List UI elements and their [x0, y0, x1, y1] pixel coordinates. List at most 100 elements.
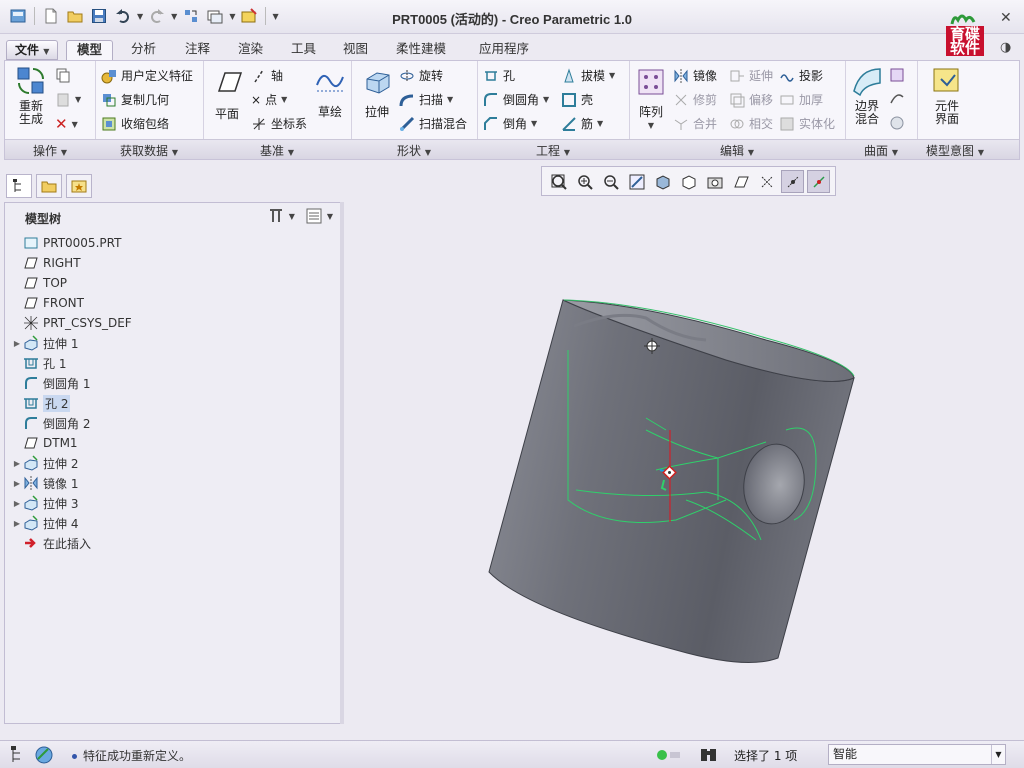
tab-tools[interactable]: 工具 [281, 40, 326, 60]
mirror-button[interactable]: 镜像 [673, 67, 717, 84]
expand-arrow-icon[interactable]: ▶ [11, 519, 23, 528]
group-engineering[interactable]: 工程 ▼ [477, 142, 629, 159]
navigator-toggle-icon[interactable] [8, 745, 28, 765]
view-manager-button[interactable] [703, 170, 726, 193]
round-button[interactable]: 倒圆角 ▼ [483, 91, 549, 108]
group-surfaces[interactable]: 曲面 ▼ [845, 142, 917, 159]
tree-item[interactable]: FRONT [11, 293, 84, 313]
zoom-in-button[interactable] [573, 170, 596, 193]
selection-filter-binoculars-icon[interactable] [698, 745, 720, 765]
intersect-button[interactable]: 相交 [729, 115, 773, 132]
component-interface-button[interactable]: 元件界面 [923, 65, 971, 126]
selection-count[interactable]: 选择了 1 项 [734, 747, 797, 764]
tree-settings-icon[interactable] [267, 207, 285, 225]
group-editing[interactable]: 编辑 ▼ [629, 142, 845, 159]
repaint-button[interactable] [625, 170, 648, 193]
tree-item[interactable]: PRT_CSYS_DEF [11, 313, 132, 333]
tab-analysis[interactable]: 分析 [121, 40, 166, 60]
tab-model[interactable]: 模型 [66, 40, 114, 60]
tab-view[interactable]: 视图 [333, 40, 378, 60]
tree-item[interactable]: PRT0005.PRT [11, 233, 121, 253]
boundary-blend-button[interactable]: 边界混合 [847, 65, 887, 126]
expand-arrow-icon[interactable]: ▶ [11, 459, 23, 468]
copy-button[interactable] [55, 67, 71, 83]
point-display-button[interactable] [781, 170, 804, 193]
chevron-down-icon[interactable]: ▼ [991, 745, 1005, 764]
group-operations[interactable]: 操作 ▼ [5, 142, 95, 159]
tab-flexible-modeling[interactable]: 柔性建模 [386, 40, 456, 60]
tree-item[interactable]: ▶ 镜像 1 [11, 473, 78, 493]
tree-item[interactable]: ▶ 拉伸 2 [11, 453, 78, 473]
offset-button[interactable]: 偏移 [729, 91, 773, 108]
tree-item[interactable]: 倒圆角 1 [11, 373, 90, 393]
model-3d-view[interactable] [346, 200, 1020, 734]
user-defined-feature-button[interactable]: 用户定义特征 [101, 67, 193, 84]
graphics-viewport[interactable] [346, 200, 1020, 734]
sketch-button[interactable]: 草绘 [311, 67, 349, 119]
tree-item[interactable]: TOP [11, 273, 67, 293]
tab-annotate[interactable]: 注释 [175, 40, 220, 60]
browser-toggle-icon[interactable] [34, 745, 54, 765]
paste-button[interactable]: ▼ [55, 91, 81, 107]
extend-button[interactable]: 延伸 [729, 67, 773, 84]
display-style-button[interactable] [651, 170, 674, 193]
regenerate-button[interactable]: 重新生成 [9, 65, 53, 126]
tree-item[interactable]: RIGHT [11, 253, 81, 273]
tab-render[interactable]: 渲染 [228, 40, 273, 60]
tree-item[interactable]: 倒圆角 2 [11, 413, 90, 433]
merge-button[interactable]: 合并 [673, 115, 717, 132]
revolve-button[interactable]: 旋转 [399, 67, 443, 84]
pattern-dropdown-icon[interactable]: ▼ [633, 119, 669, 132]
tree-item[interactable]: DTM1 [11, 433, 78, 453]
axis-button[interactable]: 轴 [251, 67, 283, 84]
freestyle-button[interactable] [889, 115, 905, 131]
sweep-button[interactable]: 扫描 ▼ [399, 91, 453, 108]
saved-views-button[interactable] [677, 170, 700, 193]
axis-display-button[interactable] [755, 170, 778, 193]
shrinkwrap-button[interactable]: 收缩包络 [101, 115, 169, 132]
zoom-out-button[interactable] [599, 170, 622, 193]
plane-button[interactable]: 平面 [207, 69, 247, 121]
style-button[interactable] [889, 91, 905, 107]
csys-display-button[interactable] [807, 170, 830, 193]
draft-button[interactable]: 拔模 ▼ [561, 67, 615, 84]
file-menu[interactable]: 文件 ▼ [6, 40, 59, 60]
expand-arrow-icon[interactable]: ▶ [11, 339, 23, 348]
point-button[interactable]: × 点 ▼ [251, 91, 287, 108]
tree-columns-icon[interactable] [305, 207, 323, 225]
pattern-button[interactable]: 阵列 ▼ [633, 67, 669, 132]
selection-filter-dropdown[interactable]: 智能 ▼ [828, 744, 1006, 765]
fill-surface-button[interactable] [889, 67, 905, 83]
hole-button[interactable]: 孔 [483, 67, 515, 84]
rib-button[interactable]: 筋 ▼ [561, 115, 603, 132]
tree-item[interactable]: ▶ 拉伸 1 [11, 333, 78, 353]
tree-item[interactable]: 在此插入 [11, 533, 91, 553]
swept-blend-button[interactable]: 扫描混合 [399, 115, 467, 132]
group-model-intent[interactable]: 模型意图 ▼ [917, 142, 993, 159]
group-shapes[interactable]: 形状 ▼ [351, 142, 477, 159]
solidify-button[interactable]: 实体化 [779, 115, 835, 132]
favorites-tab[interactable] [66, 174, 92, 198]
datum-display-button[interactable] [729, 170, 752, 193]
tree-item[interactable]: ▶ 拉伸 3 [11, 493, 78, 513]
shell-button[interactable]: 壳 [561, 91, 593, 108]
tree-item[interactable]: ▶ 拉伸 4 [11, 513, 78, 533]
tab-applications[interactable]: 应用程序 [469, 40, 539, 60]
tree-item[interactable]: 孔 2 [11, 393, 71, 413]
chamfer-button[interactable]: 倒角 ▼ [483, 115, 537, 132]
group-datum[interactable]: 基准 ▼ [203, 142, 351, 159]
group-get-data[interactable]: 获取数据 ▼ [95, 142, 203, 159]
model-tree-tab[interactable] [6, 174, 32, 198]
close-icon[interactable]: ✕ [1000, 10, 1012, 26]
folder-browser-tab[interactable] [36, 174, 62, 198]
trim-button[interactable]: 修剪 [673, 91, 717, 108]
refit-button[interactable] [547, 170, 570, 193]
tree-columns-dropdown-icon[interactable]: ▼ [327, 212, 333, 221]
expand-arrow-icon[interactable]: ▶ [11, 479, 23, 488]
project-button[interactable]: 投影 [779, 67, 823, 84]
copy-geometry-button[interactable]: 复制几何 [101, 91, 169, 108]
csys-button[interactable]: 坐标系 [251, 115, 307, 132]
delete-button[interactable]: ✕ ▼ [55, 115, 78, 133]
tree-item[interactable]: 孔 1 [11, 353, 66, 373]
extrude-button[interactable]: 拉伸 [357, 67, 397, 119]
